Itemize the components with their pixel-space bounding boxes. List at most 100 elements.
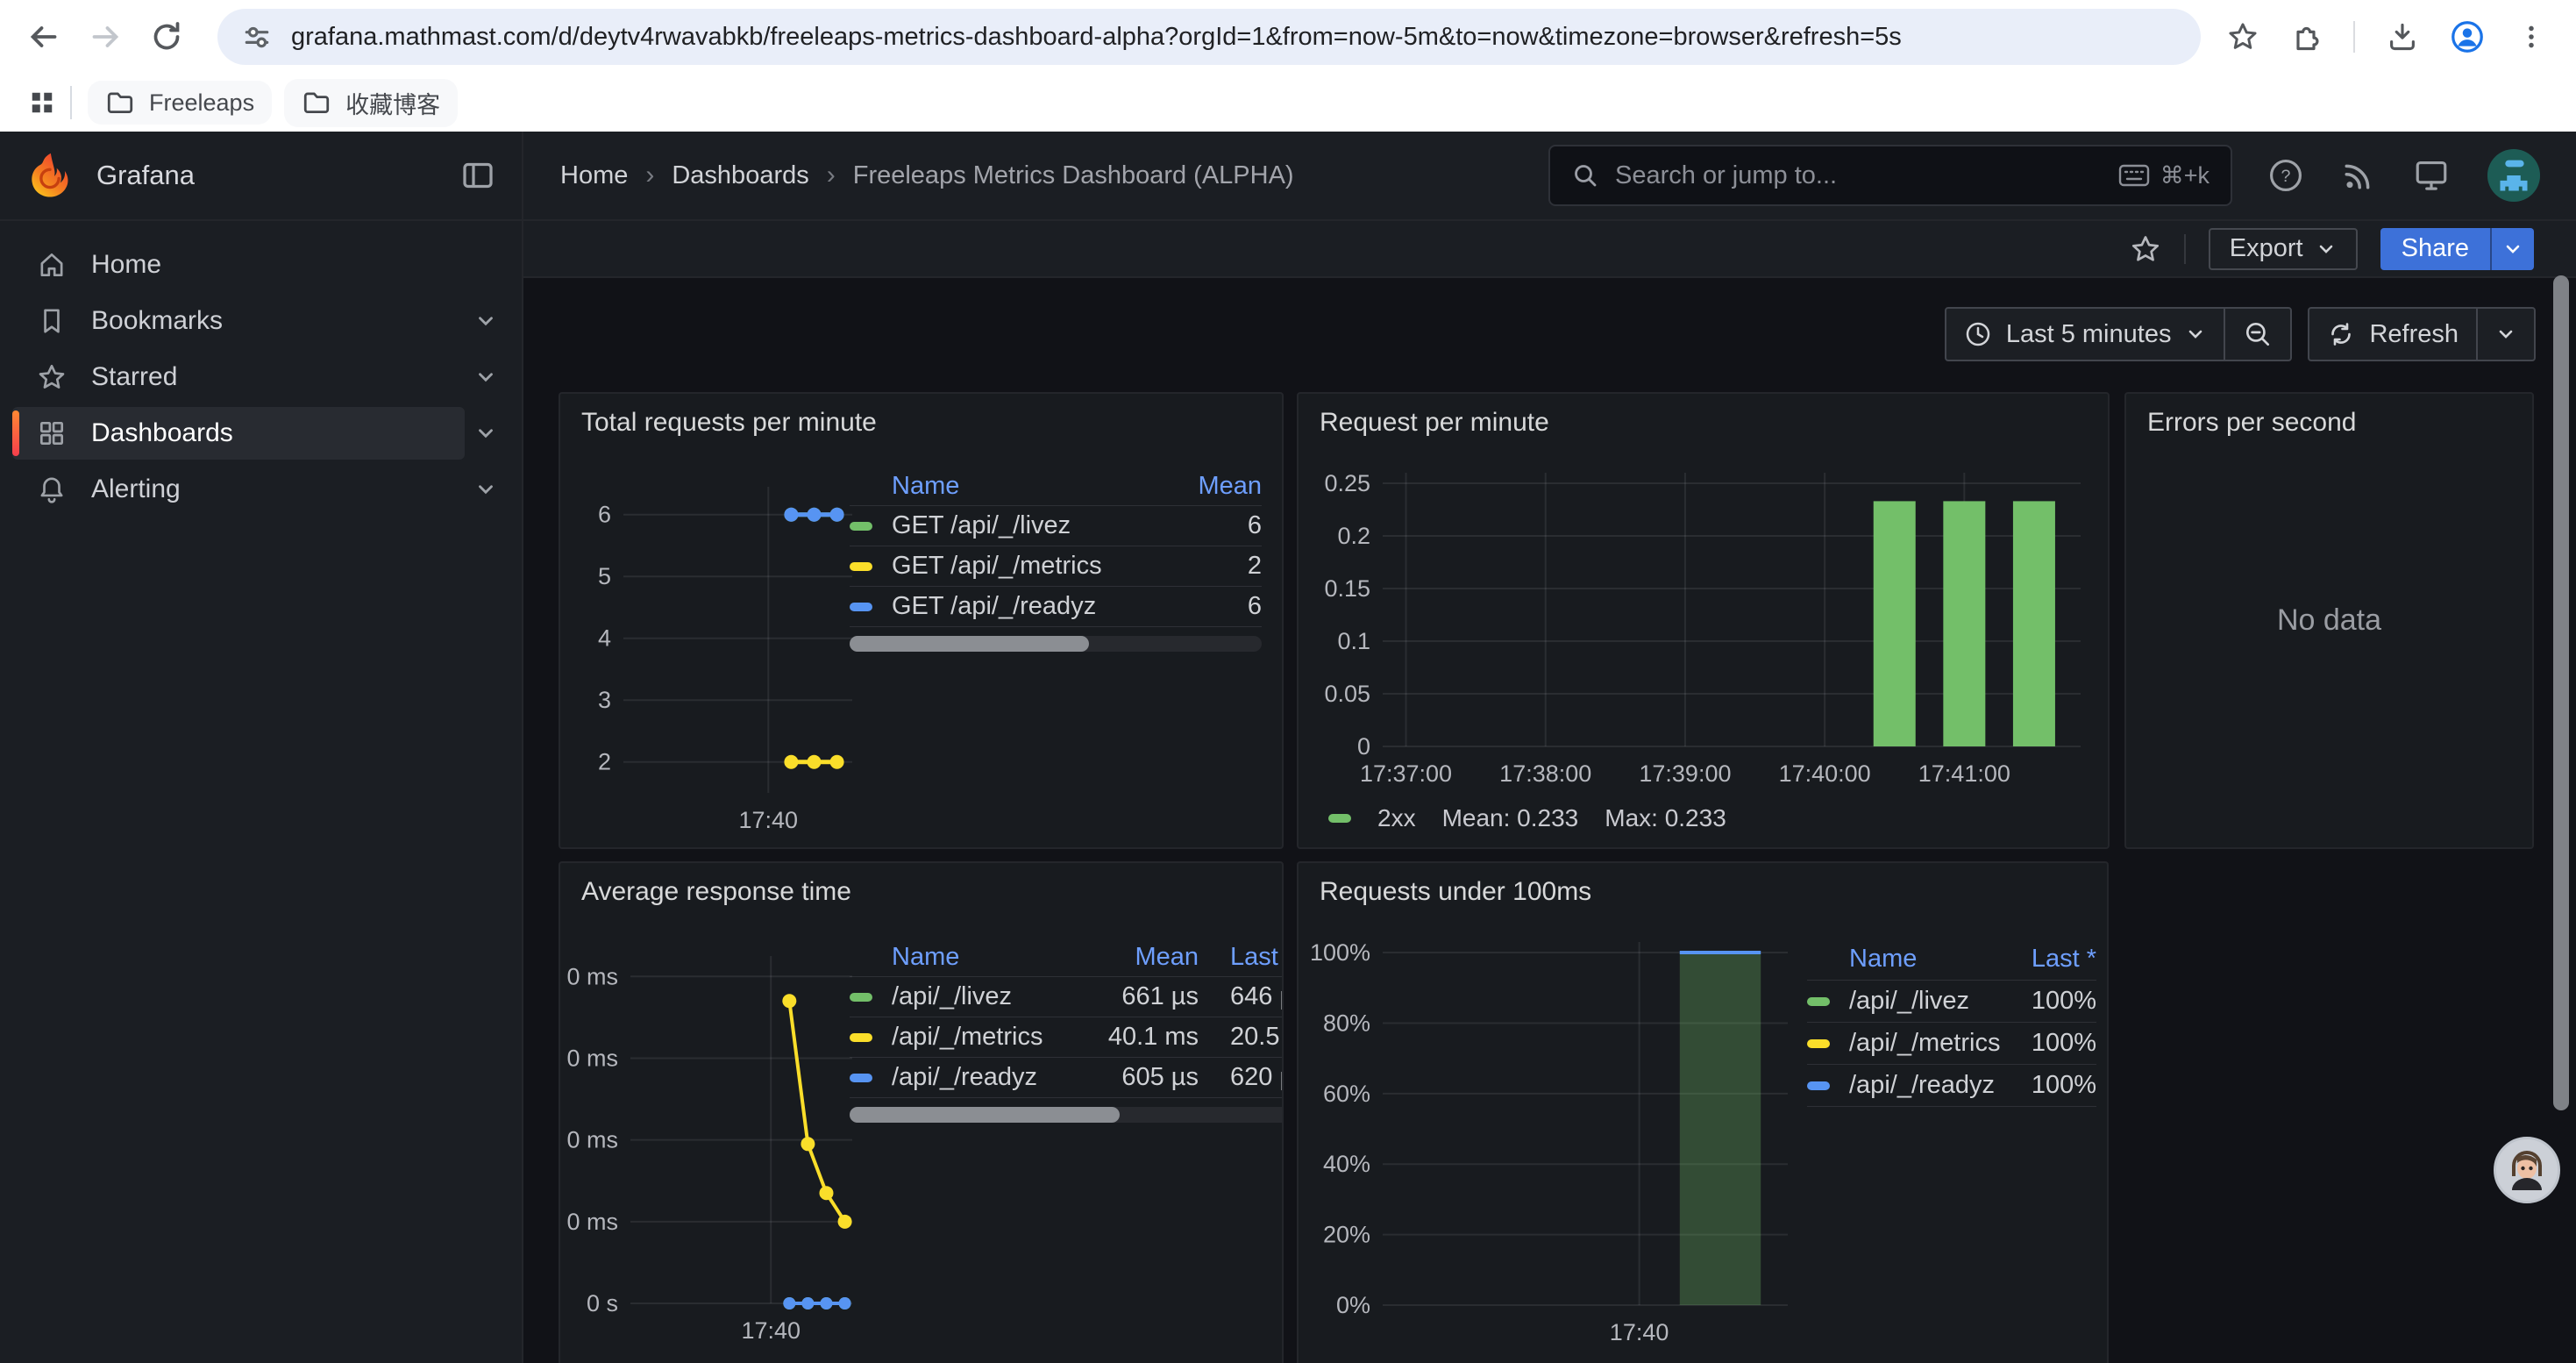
panel-title[interactable]: Request per minute <box>1320 408 1549 438</box>
chevron-down-icon <box>2495 324 2516 345</box>
dock-sidebar-icon[interactable] <box>460 158 495 193</box>
scrollbar-thumb[interactable] <box>850 1107 1120 1123</box>
star-icon <box>37 362 67 392</box>
favorite-star-icon[interactable] <box>2130 233 2161 265</box>
sidebar-item-dashboards[interactable]: Dashboards <box>12 407 465 460</box>
svg-text:0.2: 0.2 <box>1337 523 1370 549</box>
profile-icon[interactable] <box>2450 19 2485 54</box>
refresh-interval-dropdown[interactable] <box>2476 309 2534 360</box>
legend-header: Name Mean <box>850 467 1262 506</box>
sidebar-item-alerting[interactable]: Alerting <box>12 463 465 516</box>
breadcrumb-dashboards[interactable]: Dashboards <box>672 161 808 190</box>
panel-title[interactable]: Total requests per minute <box>581 408 877 438</box>
zoom-out-button[interactable] <box>2224 309 2290 360</box>
bookmark-folder-freeleaps[interactable]: Freeleaps <box>88 81 272 125</box>
dashboards-grid-icon <box>37 418 67 448</box>
series-color-chip <box>850 1074 872 1082</box>
svg-text:60%: 60% <box>1323 1081 1370 1107</box>
export-button[interactable]: Export <box>2209 228 2358 270</box>
forward-icon[interactable] <box>84 16 126 58</box>
sidebar-item-home[interactable]: Home <box>12 239 465 291</box>
legend-hscrollbar[interactable] <box>850 636 1262 652</box>
bookmark-folder-blogs[interactable]: 收藏博客 <box>284 79 458 127</box>
sidebar-item-starred[interactable]: Starred <box>12 351 465 403</box>
panel-total-requests: Total requests per minute 6543217:40 Nam… <box>559 392 1284 849</box>
user-avatar[interactable] <box>2487 148 2541 203</box>
series-color-chip <box>850 562 872 571</box>
breadcrumb-separator: › <box>827 161 836 190</box>
chevron-down-icon <box>2316 239 2337 260</box>
chevron-down-icon[interactable] <box>465 478 507 501</box>
sidebar: Home Bookmarks Starred D <box>0 221 523 1363</box>
search-shortcut: ⌘+k <box>2118 162 2210 189</box>
kiosk-monitor-icon[interactable] <box>2413 157 2450 194</box>
keyboard-icon <box>2118 163 2150 188</box>
series-color-chip <box>1807 997 1830 1006</box>
assistant-avatar-button[interactable] <box>2494 1137 2560 1203</box>
legend-row[interactable]: /api/_/readyz 100% <box>1807 1065 2096 1107</box>
legend-row[interactable]: GET /api/_/metrics 2 <box>850 546 1262 587</box>
browser-menu-icon[interactable] <box>2516 22 2546 52</box>
time-range-picker[interactable]: Last 5 minutes <box>1946 309 2224 360</box>
average-response-time-chart[interactable]: 80 ms60 ms40 ms20 ms0 s17:40 <box>567 930 861 1359</box>
svg-text:4: 4 <box>598 625 611 652</box>
zoom-out-icon <box>2243 319 2273 349</box>
download-icon[interactable] <box>2387 21 2418 53</box>
panel-title[interactable]: Requests under 100ms <box>1320 877 1591 907</box>
page-scrollbar[interactable] <box>2546 263 2576 1363</box>
help-icon[interactable]: ? <box>2267 157 2304 194</box>
bell-icon <box>37 475 67 504</box>
svg-text:17:40: 17:40 <box>1610 1319 1669 1345</box>
svg-text:0%: 0% <box>1336 1292 1370 1318</box>
browser-toolbar: grafana.mathmast.com/d/deytv4rwavabkb/fr… <box>0 0 2576 74</box>
search-input[interactable]: Search or jump to... ⌘+k <box>1548 145 2232 206</box>
news-rss-icon[interactable] <box>2341 158 2376 193</box>
bookmark-label: Freeleaps <box>149 89 254 117</box>
legend-line[interactable]: 2xx Mean: 0.233 Max: 0.233 <box>1328 804 1726 832</box>
legend-row[interactable]: /api/_/metrics 40.1 ms 20.5 ms <box>850 1017 1284 1058</box>
svg-text:17:38:00: 17:38:00 <box>1499 760 1591 787</box>
back-icon[interactable] <box>23 16 65 58</box>
refresh-button[interactable]: Refresh <box>2309 309 2476 360</box>
svg-text:17:40:00: 17:40:00 <box>1779 760 1871 787</box>
time-controls: Last 5 minutes Refresh <box>1945 307 2536 361</box>
breadcrumb-home[interactable]: Home <box>560 161 628 190</box>
reload-icon[interactable] <box>146 16 188 58</box>
panel-title[interactable]: Average response time <box>581 877 851 907</box>
sidebar-item-bookmarks[interactable]: Bookmarks <box>12 295 465 347</box>
svg-text:2: 2 <box>598 749 611 775</box>
legend-row[interactable]: GET /api/_/readyz 6 <box>850 587 1262 627</box>
clock-icon <box>1964 320 1992 348</box>
legend-hscrollbar[interactable] <box>850 1107 1284 1123</box>
chevron-down-icon[interactable] <box>465 422 507 445</box>
legend-row[interactable]: /api/_/livez 100% <box>1807 981 2096 1023</box>
legend-row[interactable]: /api/_/readyz 605 µs 620 µs <box>850 1058 1284 1098</box>
legend-row[interactable]: /api/_/metrics 100% <box>1807 1023 2096 1065</box>
chevron-down-icon[interactable] <box>465 310 507 332</box>
bookmark-label: 收藏博客 <box>345 86 440 120</box>
chevron-down-icon[interactable] <box>465 366 507 389</box>
svg-text:17:39:00: 17:39:00 <box>1639 760 1731 787</box>
url-bar[interactable]: grafana.mathmast.com/d/deytv4rwavabkb/fr… <box>217 9 2201 65</box>
refresh-icon <box>2327 320 2355 348</box>
extensions-icon[interactable] <box>2290 21 2322 53</box>
apps-grid-icon[interactable] <box>26 87 58 118</box>
series-color-chip <box>850 993 872 1002</box>
legend-header: Name Mean Last * <box>850 938 1284 977</box>
share-dropdown-icon[interactable] <box>2490 228 2534 270</box>
legend-row[interactable]: GET /api/_/livez 6 <box>850 506 1262 546</box>
svg-text:5: 5 <box>598 563 611 589</box>
scrollbar-thumb[interactable] <box>850 636 1089 652</box>
toolbar-divider <box>2353 21 2355 53</box>
scrollbar-thumb[interactable] <box>2553 275 2569 1110</box>
search-placeholder: Search or jump to... <box>1615 161 2118 190</box>
svg-text:17:37:00: 17:37:00 <box>1360 760 1452 787</box>
site-settings-icon[interactable] <box>242 22 272 52</box>
request-per-minute-chart[interactable]: 0.250.20.150.10.05017:37:0017:38:0017:39… <box>1309 441 2098 792</box>
total-requests-chart[interactable]: 6543217:40 <box>567 457 861 847</box>
bookmark-star-icon[interactable] <box>2227 21 2259 53</box>
legend-row[interactable]: /api/_/livez 661 µs 646 µs <box>850 977 1284 1017</box>
requests-under-100ms-chart[interactable]: 100%80%60%40%20%0%17:40 <box>1307 919 1798 1358</box>
share-button[interactable]: Share <box>2380 228 2534 270</box>
series-color-chip <box>850 603 872 611</box>
